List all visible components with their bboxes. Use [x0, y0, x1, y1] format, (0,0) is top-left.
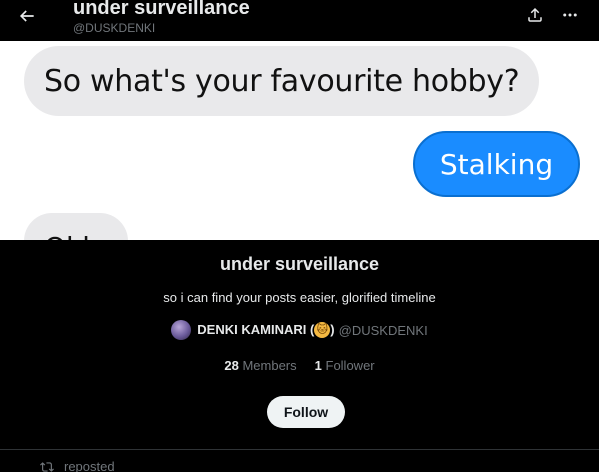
followers-link[interactable]: 1 Follower: [315, 358, 375, 373]
back-button[interactable]: [14, 3, 40, 29]
members-label: Members: [242, 358, 297, 373]
divider: [0, 449, 599, 450]
arrow-left-icon: [19, 10, 34, 22]
message-bubble-partial: Okk: [24, 213, 128, 240]
repost-icon: [40, 461, 54, 472]
more-icon: [563, 13, 577, 17]
members-link[interactable]: 28 Members: [224, 358, 296, 373]
repost-indicator: reposted: [40, 459, 115, 472]
header-title-block: under surveillance @DUSKDENKI: [73, 0, 250, 36]
top-bar: under surveillance @DUSKDENKI: [0, 0, 599, 41]
repost-label: reposted: [64, 459, 115, 472]
followers-count: 1: [314, 358, 322, 373]
header-title: under surveillance: [73, 0, 250, 19]
owner-name[interactable]: DENKI KAMINARI (🐱): [197, 322, 335, 339]
avatar[interactable]: [171, 320, 192, 340]
members-count: 28: [224, 358, 239, 373]
owner-handle[interactable]: @DUSKDENKI: [339, 323, 428, 338]
cat-emoji-icon: 🐱: [314, 322, 331, 339]
followers-label: Follower: [325, 358, 375, 373]
list-owner[interactable]: DENKI KAMINARI (🐱) @DUSKDENKI: [0, 320, 599, 340]
header-handle: @DUSKDENKI: [73, 21, 156, 35]
follow-button[interactable]: Follow: [267, 396, 345, 428]
list-stats: 28 Members 1 Follower: [0, 358, 599, 373]
message-bubble-outgoing: Stalking: [413, 131, 580, 197]
share-icon: [528, 7, 542, 22]
more-button[interactable]: [558, 4, 582, 26]
list-description: so i can find your posts easier, glorifi…: [163, 290, 436, 305]
share-button[interactable]: [524, 4, 546, 26]
list-name: under surveillance: [219, 254, 380, 274]
list-banner-image: So what's your favourite hobby? Stalking…: [0, 41, 599, 240]
message-bubble-incoming: So what's your favourite hobby?: [24, 46, 540, 116]
